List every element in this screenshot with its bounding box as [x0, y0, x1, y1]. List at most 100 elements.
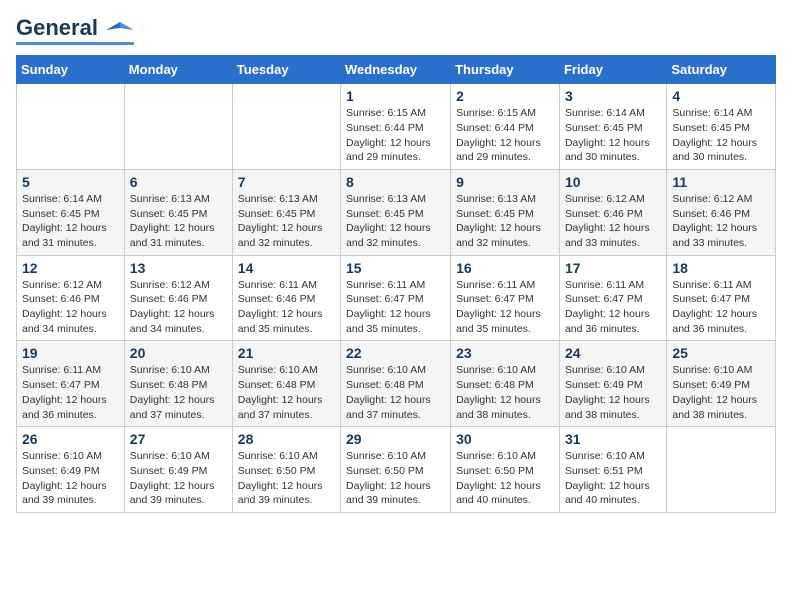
day-info: Sunrise: 6:10 AM Sunset: 6:49 PM Dayligh…	[565, 363, 661, 422]
calendar-cell: 24 Sunrise: 6:10 AM Sunset: 6:49 PM Dayli…	[559, 341, 666, 427]
calendar-cell: 11Sunrise: 6:12 AM Sunset: 6:46 PM Dayli…	[667, 169, 776, 255]
day-info: Sunrise: 6:11 AM Sunset: 6:47 PM Dayligh…	[565, 278, 661, 337]
calendar-cell: 29 Sunrise: 6:10 AM Sunset: 6:50 PM Dayli…	[341, 427, 451, 513]
day-info: Sunrise: 6:10 AM Sunset: 6:48 PM Dayligh…	[346, 363, 445, 422]
day-info: Sunrise: 6:13 AM Sunset: 6:45 PM Dayligh…	[130, 192, 227, 251]
day-number: 26	[22, 431, 119, 447]
calendar-cell: 7 Sunrise: 6:13 AM Sunset: 6:45 PM Daylig…	[232, 169, 340, 255]
day-info: Sunrise: 6:12 AM Sunset: 6:46 PM Dayligh…	[565, 192, 661, 251]
calendar-header-monday: Monday	[124, 56, 232, 84]
day-number: 4	[672, 88, 770, 104]
calendar-cell: 2 Sunrise: 6:15 AM Sunset: 6:44 PM Daylig…	[451, 84, 560, 170]
day-info: Sunrise: 6:13 AM Sunset: 6:45 PM Dayligh…	[346, 192, 445, 251]
day-number: 5	[22, 174, 119, 190]
calendar-week-5: 26 Sunrise: 6:10 AM Sunset: 6:49 PM Dayli…	[17, 427, 776, 513]
logo-underline	[16, 42, 134, 45]
calendar-header-wednesday: Wednesday	[341, 56, 451, 84]
logo-text: General	[16, 16, 134, 40]
day-number: 20	[130, 345, 227, 361]
day-info: Sunrise: 6:10 AM Sunset: 6:48 PM Dayligh…	[130, 363, 227, 422]
day-number: 15	[346, 260, 445, 276]
day-info: Sunrise: 6:15 AM Sunset: 6:44 PM Dayligh…	[346, 106, 445, 165]
day-info: Sunrise: 6:11 AM Sunset: 6:47 PM Dayligh…	[456, 278, 554, 337]
calendar-header-saturday: Saturday	[667, 56, 776, 84]
calendar-cell: 6 Sunrise: 6:13 AM Sunset: 6:45 PM Daylig…	[124, 169, 232, 255]
day-info: Sunrise: 6:10 AM Sunset: 6:50 PM Dayligh…	[346, 449, 445, 508]
day-info: Sunrise: 6:11 AM Sunset: 6:47 PM Dayligh…	[22, 363, 119, 422]
calendar-cell: 3 Sunrise: 6:14 AM Sunset: 6:45 PM Daylig…	[559, 84, 666, 170]
day-number: 17	[565, 260, 661, 276]
day-info: Sunrise: 6:14 AM Sunset: 6:45 PM Dayligh…	[22, 192, 119, 251]
day-info: Sunrise: 6:10 AM Sunset: 6:49 PM Dayligh…	[130, 449, 227, 508]
calendar-cell: 5 Sunrise: 6:14 AM Sunset: 6:45 PM Daylig…	[17, 169, 125, 255]
day-info: Sunrise: 6:12 AM Sunset: 6:46 PM Dayligh…	[130, 278, 227, 337]
calendar-cell	[17, 84, 125, 170]
calendar-cell: 30 Sunrise: 6:10 AM Sunset: 6:50 PM Dayli…	[451, 427, 560, 513]
day-info: Sunrise: 6:10 AM Sunset: 6:51 PM Dayligh…	[565, 449, 661, 508]
calendar-cell	[667, 427, 776, 513]
day-number: 22	[346, 345, 445, 361]
day-number: 21	[238, 345, 335, 361]
calendar-cell	[232, 84, 340, 170]
calendar-header-sunday: Sunday	[17, 56, 125, 84]
calendar-cell	[124, 84, 232, 170]
day-number: 2	[456, 88, 554, 104]
day-info: Sunrise: 6:12 AM Sunset: 6:46 PM Dayligh…	[672, 192, 770, 251]
calendar-cell: 9 Sunrise: 6:13 AM Sunset: 6:45 PM Daylig…	[451, 169, 560, 255]
day-info: Sunrise: 6:10 AM Sunset: 6:48 PM Dayligh…	[238, 363, 335, 422]
day-info: Sunrise: 6:15 AM Sunset: 6:44 PM Dayligh…	[456, 106, 554, 165]
day-number: 23	[456, 345, 554, 361]
calendar-cell: 28Sunrise: 6:10 AM Sunset: 6:50 PM Dayli…	[232, 427, 340, 513]
day-number: 3	[565, 88, 661, 104]
calendar-cell: 1 Sunrise: 6:15 AM Sunset: 6:44 PM Daylig…	[341, 84, 451, 170]
day-info: Sunrise: 6:14 AM Sunset: 6:45 PM Dayligh…	[672, 106, 770, 165]
day-info: Sunrise: 6:10 AM Sunset: 6:50 PM Dayligh…	[456, 449, 554, 508]
day-info: Sunrise: 6:11 AM Sunset: 6:46 PM Dayligh…	[238, 278, 335, 337]
calendar-week-4: 19 Sunrise: 6:11 AM Sunset: 6:47 PM Dayli…	[17, 341, 776, 427]
day-number: 28	[238, 431, 335, 447]
day-number: 31	[565, 431, 661, 447]
calendar-header-tuesday: Tuesday	[232, 56, 340, 84]
calendar-cell: 13 Sunrise: 6:12 AM Sunset: 6:46 PM Dayli…	[124, 255, 232, 341]
calendar-cell: 31 Sunrise: 6:10 AM Sunset: 6:51 PM Dayli…	[559, 427, 666, 513]
calendar-cell: 25 Sunrise: 6:10 AM Sunset: 6:49 PM Dayli…	[667, 341, 776, 427]
day-number: 16	[456, 260, 554, 276]
calendar-week-3: 12Sunrise: 6:12 AM Sunset: 6:46 PM Dayli…	[17, 255, 776, 341]
calendar-cell: 27 Sunrise: 6:10 AM Sunset: 6:49 PM Dayli…	[124, 427, 232, 513]
day-info: Sunrise: 6:13 AM Sunset: 6:45 PM Dayligh…	[456, 192, 554, 251]
calendar-table: SundayMondayTuesdayWednesdayThursdayFrid…	[16, 55, 776, 513]
calendar-cell: 26Sunrise: 6:10 AM Sunset: 6:49 PM Dayli…	[17, 427, 125, 513]
calendar-week-2: 5 Sunrise: 6:14 AM Sunset: 6:45 PM Daylig…	[17, 169, 776, 255]
day-number: 1	[346, 88, 445, 104]
day-number: 25	[672, 345, 770, 361]
day-number: 24	[565, 345, 661, 361]
day-number: 9	[456, 174, 554, 190]
logo-bird-icon	[106, 20, 134, 38]
day-info: Sunrise: 6:11 AM Sunset: 6:47 PM Dayligh…	[672, 278, 770, 337]
calendar-cell: 19 Sunrise: 6:11 AM Sunset: 6:47 PM Dayli…	[17, 341, 125, 427]
calendar-cell: 20 Sunrise: 6:10 AM Sunset: 6:48 PM Dayli…	[124, 341, 232, 427]
day-number: 6	[130, 174, 227, 190]
calendar-cell: 10Sunrise: 6:12 AM Sunset: 6:46 PM Dayli…	[559, 169, 666, 255]
calendar-cell: 8Sunrise: 6:13 AM Sunset: 6:45 PM Daylig…	[341, 169, 451, 255]
calendar-cell: 23 Sunrise: 6:10 AM Sunset: 6:48 PM Dayli…	[451, 341, 560, 427]
day-info: Sunrise: 6:10 AM Sunset: 6:49 PM Dayligh…	[672, 363, 770, 422]
calendar-cell: 18Sunrise: 6:11 AM Sunset: 6:47 PM Dayli…	[667, 255, 776, 341]
day-info: Sunrise: 6:12 AM Sunset: 6:46 PM Dayligh…	[22, 278, 119, 337]
calendar-week-1: 1 Sunrise: 6:15 AM Sunset: 6:44 PM Daylig…	[17, 84, 776, 170]
calendar-cell: 21 Sunrise: 6:10 AM Sunset: 6:48 PM Dayli…	[232, 341, 340, 427]
day-info: Sunrise: 6:14 AM Sunset: 6:45 PM Dayligh…	[565, 106, 661, 165]
day-number: 7	[238, 174, 335, 190]
day-info: Sunrise: 6:10 AM Sunset: 6:48 PM Dayligh…	[456, 363, 554, 422]
day-number: 29	[346, 431, 445, 447]
day-number: 27	[130, 431, 227, 447]
day-number: 13	[130, 260, 227, 276]
day-number: 14	[238, 260, 335, 276]
page-header: General	[16, 16, 776, 45]
calendar-cell: 12Sunrise: 6:12 AM Sunset: 6:46 PM Dayli…	[17, 255, 125, 341]
day-number: 19	[22, 345, 119, 361]
calendar-cell: 14 Sunrise: 6:11 AM Sunset: 6:46 PM Dayli…	[232, 255, 340, 341]
day-number: 30	[456, 431, 554, 447]
calendar-cell: 16 Sunrise: 6:11 AM Sunset: 6:47 PM Dayli…	[451, 255, 560, 341]
day-info: Sunrise: 6:13 AM Sunset: 6:45 PM Dayligh…	[238, 192, 335, 251]
